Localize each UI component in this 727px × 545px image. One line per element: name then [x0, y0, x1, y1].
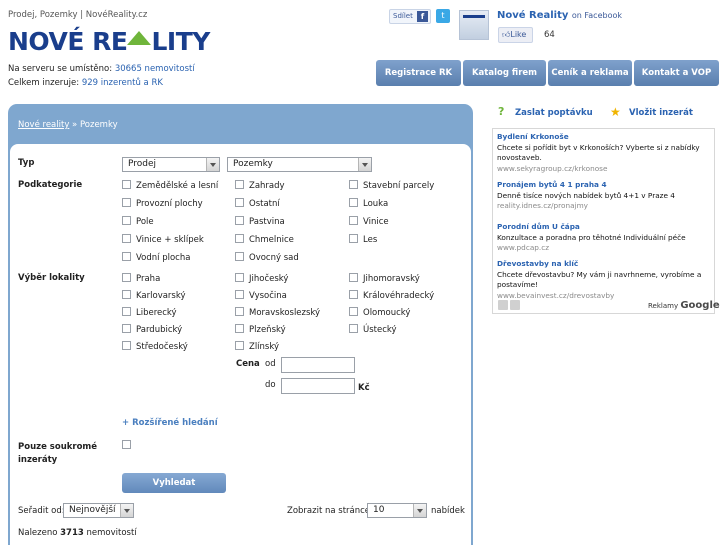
private-only-checkbox[interactable] [122, 440, 136, 451]
like-count: 64 [544, 30, 555, 40]
checkbox-option[interactable]: Moravskoslezský [235, 307, 320, 318]
checkbox-option[interactable]: Stavební parcely [349, 180, 434, 191]
next-arrow-icon[interactable] [510, 300, 520, 310]
nav-katalog-firem[interactable]: Katalog firem [463, 60, 546, 86]
cena-label: Cena [236, 359, 260, 369]
checkbox-option[interactable]: Olomoucký [349, 307, 410, 318]
checkbox-option[interactable]: Provozní plochy [122, 198, 203, 209]
currency-label: Kč [358, 383, 370, 393]
checkbox-option[interactable]: Jihočeský [235, 273, 288, 284]
podkategorie-label: Podkategorie [18, 180, 83, 190]
checkbox-option[interactable]: Pole [122, 216, 154, 227]
nav-cenik-reklama[interactable]: Ceník a reklama [548, 60, 632, 86]
checkbox-option[interactable]: Zahrady [235, 180, 285, 191]
advertisers-count-link[interactable]: 929 inzerentů a RK [82, 78, 163, 88]
share-button[interactable]: Sdílet f [389, 9, 431, 24]
checkbox-option[interactable]: Zlínský [235, 341, 279, 352]
chevron-down-icon [413, 504, 426, 517]
checkbox-option[interactable]: Vinice + sklípek [122, 234, 204, 245]
like-button[interactable]: 👍︎Like [498, 27, 533, 43]
private-only-label: Pouze soukromé inzeráty [18, 442, 98, 465]
facebook-page-thumbnail[interactable] [459, 10, 489, 40]
checkbox-option[interactable]: Les [349, 234, 377, 245]
price-to-input[interactable] [281, 378, 355, 394]
price-from-input[interactable] [281, 357, 355, 373]
ad-item[interactable]: Porodní dům U čápa Konzultace a poradna p… [497, 222, 711, 254]
checkbox-option[interactable]: Liberecký [122, 307, 177, 318]
checkbox-option[interactable]: Středočeský [122, 341, 188, 352]
facebook-icon: f [417, 11, 428, 22]
ad-item[interactable]: Dřevostavby na klíč Chcete dřevostavbu? M… [497, 259, 711, 301]
chevron-down-icon [358, 158, 371, 171]
listings-count-link[interactable]: 30665 nemovitostí [115, 64, 195, 74]
checkbox-option[interactable]: Pastvina [235, 216, 285, 227]
typ-select[interactable]: Prodej [122, 157, 220, 172]
add-listing-link[interactable]: ★ Vložit inzerát [610, 105, 693, 119]
star-icon: ★ [610, 105, 621, 119]
send-request-link[interactable]: ? Zaslat poptávku [498, 105, 593, 118]
google-ads-box: Bydlení Krkonoše Chcete si pořídit byt v … [492, 128, 715, 314]
house-icon [127, 31, 152, 45]
checkbox-option[interactable]: Ostatní [235, 198, 280, 209]
facebook-page-link[interactable]: Nové Reality on Facebook [497, 10, 622, 21]
checkbox-option[interactable]: Ústecký [349, 324, 397, 335]
chevron-down-icon [120, 504, 133, 517]
site-logo[interactable]: NOVÉ RE LITY [8, 27, 210, 57]
chevron-down-icon [206, 158, 219, 171]
category-select[interactable]: Pozemky [227, 157, 372, 172]
checkbox-option[interactable]: Karlovarský [122, 290, 186, 301]
checkbox-option[interactable]: Ovocný sad [235, 252, 299, 263]
page-breadcrumb: Prodej, Pozemky | NovéReality.cz [8, 10, 148, 20]
twitter-icon[interactable]: t [436, 9, 450, 23]
lokalita-label: Výběr lokality [18, 273, 85, 283]
checkbox-option[interactable]: Louka [349, 198, 388, 209]
breadcrumb-home-link[interactable]: Nové reality [18, 120, 69, 130]
checkbox-option[interactable]: Královéhradecký [349, 290, 434, 301]
breadcrumb: Nové reality » Pozemky [18, 120, 118, 130]
price-to-label: do [265, 380, 276, 390]
results-count: Nalezeno 3713 nemovitostí [18, 528, 137, 538]
ad-item[interactable]: Pronájem bytů 4 1 praha 4 Denně tisíce no… [497, 180, 711, 212]
checkbox-option[interactable]: Zemědělské a lesní [122, 180, 218, 191]
ads-by-google[interactable]: Reklamy Google [648, 300, 720, 311]
price-from-label: od [265, 359, 276, 369]
ads-pager [498, 300, 522, 313]
question-icon: ? [498, 105, 505, 118]
checkbox-option[interactable]: Vinice [349, 216, 389, 227]
checkbox-option[interactable]: Plzeňský [235, 324, 286, 335]
checkbox-option[interactable]: Chmelnice [235, 234, 294, 245]
advanced-search-link[interactable]: + Rozšířené hledání [122, 418, 218, 428]
checkbox-option[interactable]: Jihomoravský [349, 273, 420, 284]
sort-select[interactable]: Nejnovější [63, 503, 134, 518]
search-button[interactable]: Vyhledat [122, 473, 226, 493]
per-page-select[interactable]: 10 [367, 503, 427, 518]
nav-registrace-rk[interactable]: Registrace RK [376, 60, 461, 86]
ad-item[interactable]: Bydlení Krkonoše Chcete si pořídit byt v … [497, 132, 711, 174]
checkbox-option[interactable]: Vodní plocha [122, 252, 190, 263]
checkbox-option[interactable]: Praha [122, 273, 160, 284]
per-page-label: Zobrazit na stránce [287, 506, 371, 516]
typ-label: Typ [18, 158, 35, 168]
checkbox-option[interactable]: Vysočina [235, 290, 287, 301]
checkbox-option[interactable]: Pardubický [122, 324, 182, 335]
site-stats: Na serveru se umístěno: 30665 nemovitost… [8, 64, 195, 88]
nav-kontakt-vop[interactable]: Kontakt a VOP [634, 60, 719, 86]
per-page-suffix: nabídek [431, 506, 465, 516]
sort-label: Seřadit od: [18, 506, 65, 516]
prev-arrow-icon[interactable] [498, 300, 508, 310]
